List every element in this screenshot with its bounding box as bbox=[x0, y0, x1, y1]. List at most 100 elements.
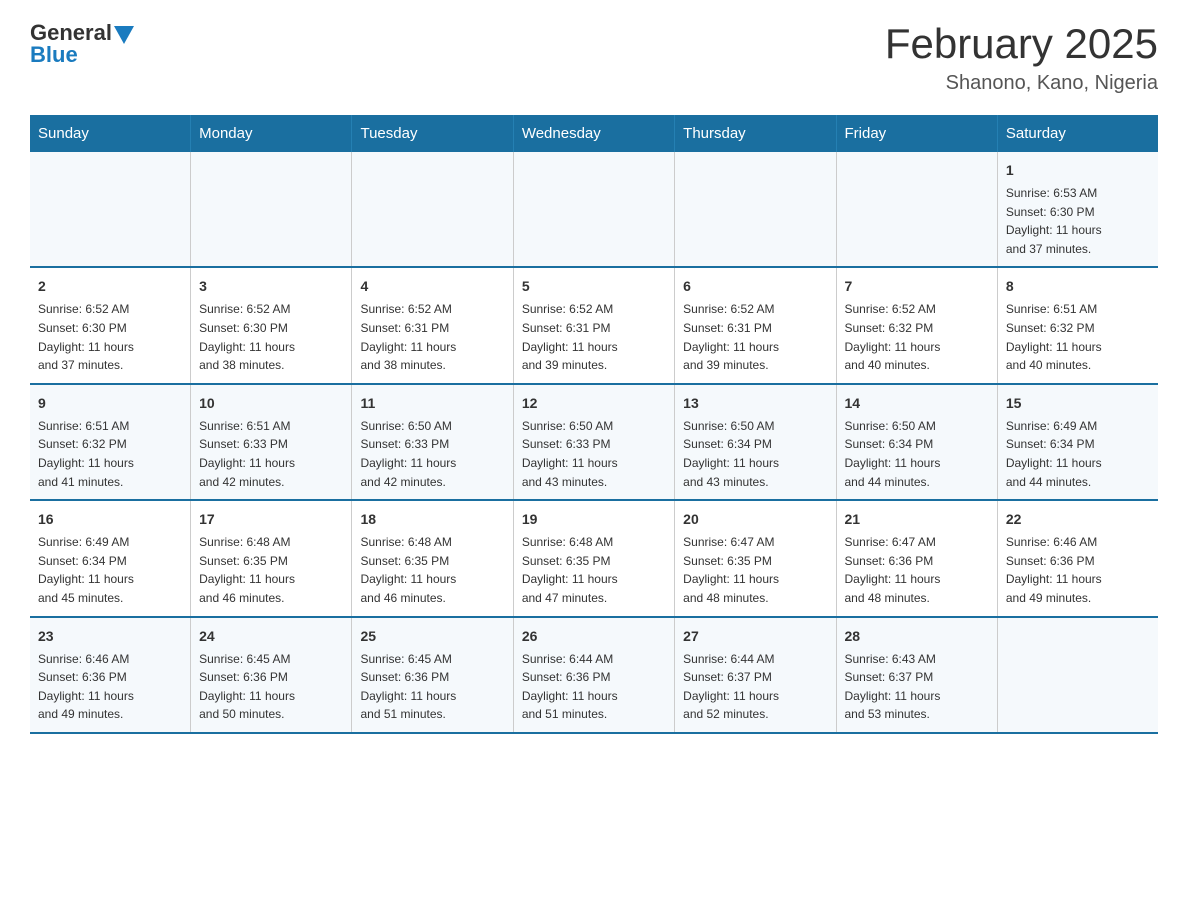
day-number: 8 bbox=[1006, 276, 1150, 297]
day-number: 19 bbox=[522, 509, 666, 530]
calendar-day-cell bbox=[352, 152, 513, 267]
day-info: Sunrise: 6:47 AM Sunset: 6:35 PM Dayligh… bbox=[683, 533, 827, 607]
day-info: Sunrise: 6:51 AM Sunset: 6:32 PM Dayligh… bbox=[38, 417, 182, 491]
calendar-day-cell: 9Sunrise: 6:51 AM Sunset: 6:32 PM Daylig… bbox=[30, 384, 191, 500]
day-number: 12 bbox=[522, 393, 666, 414]
calendar-day-cell: 20 Sunrise: 6:47 AM Sunset: 6:35 PM Dayli… bbox=[675, 500, 836, 616]
calendar-week-row: 9Sunrise: 6:51 AM Sunset: 6:32 PM Daylig… bbox=[30, 384, 1158, 500]
calendar-day-cell: 13 Sunrise: 6:50 AM Sunset: 6:34 PM Dayli… bbox=[675, 384, 836, 500]
calendar-day-cell bbox=[675, 152, 836, 267]
day-info: Sunrise: 6:46 AM Sunset: 6:36 PM Dayligh… bbox=[1006, 533, 1150, 607]
day-number: 11 bbox=[360, 393, 504, 414]
calendar-day-cell bbox=[30, 152, 191, 267]
calendar-day-cell bbox=[191, 152, 352, 267]
calendar-day-cell: 1 Sunrise: 6:53 AM Sunset: 6:30 PM Daylig… bbox=[997, 152, 1158, 267]
title-block: February 2025 Shanono, Kano, Nigeria bbox=[885, 20, 1158, 95]
day-number: 21 bbox=[845, 509, 989, 530]
day-info: Sunrise: 6:47 AM Sunset: 6:36 PM Dayligh… bbox=[845, 533, 989, 607]
calendar-day-cell: 27 Sunrise: 6:44 AM Sunset: 6:37 PM Dayli… bbox=[675, 617, 836, 733]
day-number: 1 bbox=[1006, 160, 1150, 181]
calendar-week-row: 2 Sunrise: 6:52 AM Sunset: 6:30 PM Daylig… bbox=[30, 267, 1158, 383]
day-info: Sunrise: 6:50 AM Sunset: 6:33 PM Dayligh… bbox=[522, 417, 666, 491]
day-number: 23 bbox=[38, 626, 182, 647]
calendar-day-cell: 8 Sunrise: 6:51 AM Sunset: 6:32 PM Daylig… bbox=[997, 267, 1158, 383]
day-info: Sunrise: 6:53 AM Sunset: 6:30 PM Dayligh… bbox=[1006, 184, 1150, 258]
weekday-header: Wednesday bbox=[513, 115, 674, 152]
weekday-header: Saturday bbox=[997, 115, 1158, 152]
day-info: Sunrise: 6:50 AM Sunset: 6:34 PM Dayligh… bbox=[845, 417, 989, 491]
calendar-day-cell: 5 Sunrise: 6:52 AM Sunset: 6:31 PM Daylig… bbox=[513, 267, 674, 383]
weekday-header: Sunday bbox=[30, 115, 191, 152]
day-number: 20 bbox=[683, 509, 827, 530]
calendar-day-cell: 23 Sunrise: 6:46 AM Sunset: 6:36 PM Dayli… bbox=[30, 617, 191, 733]
day-number: 5 bbox=[522, 276, 666, 297]
day-number: 10 bbox=[199, 393, 343, 414]
weekday-header: Monday bbox=[191, 115, 352, 152]
calendar-day-cell: 17 Sunrise: 6:48 AM Sunset: 6:35 PM Dayli… bbox=[191, 500, 352, 616]
day-number: 6 bbox=[683, 276, 827, 297]
day-info: Sunrise: 6:52 AM Sunset: 6:30 PM Dayligh… bbox=[38, 300, 182, 374]
day-info: Sunrise: 6:51 AM Sunset: 6:32 PM Dayligh… bbox=[1006, 300, 1150, 374]
day-info: Sunrise: 6:50 AM Sunset: 6:34 PM Dayligh… bbox=[683, 417, 827, 491]
day-info: Sunrise: 6:48 AM Sunset: 6:35 PM Dayligh… bbox=[522, 533, 666, 607]
calendar-day-cell: 14 Sunrise: 6:50 AM Sunset: 6:34 PM Dayli… bbox=[836, 384, 997, 500]
day-info: Sunrise: 6:52 AM Sunset: 6:31 PM Dayligh… bbox=[360, 300, 504, 374]
day-number: 25 bbox=[360, 626, 504, 647]
calendar-day-cell: 24 Sunrise: 6:45 AM Sunset: 6:36 PM Dayli… bbox=[191, 617, 352, 733]
calendar-day-cell: 26 Sunrise: 6:44 AM Sunset: 6:36 PM Dayli… bbox=[513, 617, 674, 733]
calendar-week-row: 1 Sunrise: 6:53 AM Sunset: 6:30 PM Daylig… bbox=[30, 152, 1158, 267]
day-info: Sunrise: 6:52 AM Sunset: 6:31 PM Dayligh… bbox=[522, 300, 666, 374]
day-info: Sunrise: 6:44 AM Sunset: 6:37 PM Dayligh… bbox=[683, 650, 827, 724]
day-info: Sunrise: 6:45 AM Sunset: 6:36 PM Dayligh… bbox=[360, 650, 504, 724]
calendar-week-row: 16Sunrise: 6:49 AM Sunset: 6:34 PM Dayli… bbox=[30, 500, 1158, 616]
day-number: 16 bbox=[38, 509, 182, 530]
calendar-day-cell: 7 Sunrise: 6:52 AM Sunset: 6:32 PM Daylig… bbox=[836, 267, 997, 383]
calendar-subtitle: Shanono, Kano, Nigeria bbox=[885, 72, 1158, 95]
calendar-day-cell: 4 Sunrise: 6:52 AM Sunset: 6:31 PM Daylig… bbox=[352, 267, 513, 383]
weekday-header: Thursday bbox=[675, 115, 836, 152]
weekday-header: Tuesday bbox=[352, 115, 513, 152]
calendar-day-cell: 19 Sunrise: 6:48 AM Sunset: 6:35 PM Dayli… bbox=[513, 500, 674, 616]
calendar-day-cell: 12 Sunrise: 6:50 AM Sunset: 6:33 PM Dayli… bbox=[513, 384, 674, 500]
day-number: 14 bbox=[845, 393, 989, 414]
day-number: 13 bbox=[683, 393, 827, 414]
calendar-table: SundayMondayTuesdayWednesdayThursdayFrid… bbox=[30, 115, 1158, 734]
calendar-day-cell: 15Sunrise: 6:49 AM Sunset: 6:34 PM Dayli… bbox=[997, 384, 1158, 500]
day-number: 18 bbox=[360, 509, 504, 530]
calendar-day-cell bbox=[836, 152, 997, 267]
day-number: 26 bbox=[522, 626, 666, 647]
day-number: 17 bbox=[199, 509, 343, 530]
day-number: 4 bbox=[360, 276, 504, 297]
logo-triangle-icon bbox=[114, 26, 134, 44]
day-number: 7 bbox=[845, 276, 989, 297]
logo-blue-text: Blue bbox=[30, 42, 78, 68]
weekday-header-row: SundayMondayTuesdayWednesdayThursdayFrid… bbox=[30, 115, 1158, 152]
day-number: 24 bbox=[199, 626, 343, 647]
calendar-day-cell: 10 Sunrise: 6:51 AM Sunset: 6:33 PM Dayli… bbox=[191, 384, 352, 500]
page-header: General Blue February 2025 Shanono, Kano… bbox=[30, 20, 1158, 95]
weekday-header: Friday bbox=[836, 115, 997, 152]
calendar-day-cell: 6 Sunrise: 6:52 AM Sunset: 6:31 PM Daylig… bbox=[675, 267, 836, 383]
day-number: 3 bbox=[199, 276, 343, 297]
calendar-day-cell: 21 Sunrise: 6:47 AM Sunset: 6:36 PM Dayli… bbox=[836, 500, 997, 616]
day-number: 28 bbox=[845, 626, 989, 647]
day-info: Sunrise: 6:45 AM Sunset: 6:36 PM Dayligh… bbox=[199, 650, 343, 724]
day-info: Sunrise: 6:46 AM Sunset: 6:36 PM Dayligh… bbox=[38, 650, 182, 724]
day-info: Sunrise: 6:52 AM Sunset: 6:32 PM Dayligh… bbox=[845, 300, 989, 374]
calendar-day-cell: 18Sunrise: 6:48 AM Sunset: 6:35 PM Dayli… bbox=[352, 500, 513, 616]
day-info: Sunrise: 6:44 AM Sunset: 6:36 PM Dayligh… bbox=[522, 650, 666, 724]
logo: General Blue bbox=[30, 20, 134, 68]
calendar-day-cell bbox=[513, 152, 674, 267]
day-info: Sunrise: 6:48 AM Sunset: 6:35 PM Dayligh… bbox=[199, 533, 343, 607]
calendar-day-cell bbox=[997, 617, 1158, 733]
day-info: Sunrise: 6:51 AM Sunset: 6:33 PM Dayligh… bbox=[199, 417, 343, 491]
day-info: Sunrise: 6:49 AM Sunset: 6:34 PM Dayligh… bbox=[1006, 417, 1150, 491]
day-info: Sunrise: 6:50 AM Sunset: 6:33 PM Dayligh… bbox=[360, 417, 504, 491]
calendar-day-cell: 22Sunrise: 6:46 AM Sunset: 6:36 PM Dayli… bbox=[997, 500, 1158, 616]
day-number: 27 bbox=[683, 626, 827, 647]
calendar-day-cell: 11 Sunrise: 6:50 AM Sunset: 6:33 PM Dayli… bbox=[352, 384, 513, 500]
day-number: 2 bbox=[38, 276, 182, 297]
day-info: Sunrise: 6:52 AM Sunset: 6:31 PM Dayligh… bbox=[683, 300, 827, 374]
calendar-day-cell: 25 Sunrise: 6:45 AM Sunset: 6:36 PM Dayli… bbox=[352, 617, 513, 733]
calendar-day-cell: 3Sunrise: 6:52 AM Sunset: 6:30 PM Daylig… bbox=[191, 267, 352, 383]
